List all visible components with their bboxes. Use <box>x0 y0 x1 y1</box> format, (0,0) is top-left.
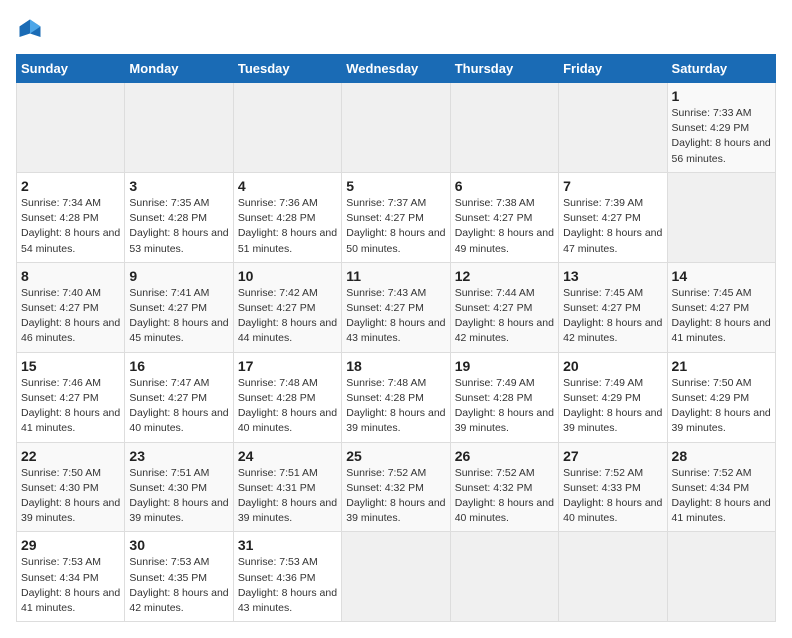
day-cell: 23Sunrise: 7:51 AMSunset: 4:30 PMDayligh… <box>125 442 233 532</box>
header-cell-sunday: Sunday <box>17 55 125 83</box>
empty-cell <box>559 83 667 173</box>
day-cell: 10Sunrise: 7:42 AMSunset: 4:27 PMDayligh… <box>233 262 341 352</box>
day-cell: 4Sunrise: 7:36 AMSunset: 4:28 PMDaylight… <box>233 172 341 262</box>
day-cell: 13Sunrise: 7:45 AMSunset: 4:27 PMDayligh… <box>559 262 667 352</box>
empty-cell <box>17 83 125 173</box>
header-cell-tuesday: Tuesday <box>233 55 341 83</box>
day-cell: 16Sunrise: 7:47 AMSunset: 4:27 PMDayligh… <box>125 352 233 442</box>
day-cell: 3Sunrise: 7:35 AMSunset: 4:28 PMDaylight… <box>125 172 233 262</box>
logo <box>16 16 48 44</box>
header-cell-saturday: Saturday <box>667 55 775 83</box>
day-cell <box>450 532 558 622</box>
day-cell <box>667 532 775 622</box>
day-cell: 30Sunrise: 7:53 AMSunset: 4:35 PMDayligh… <box>125 532 233 622</box>
empty-cell <box>342 83 450 173</box>
day-cell: 7Sunrise: 7:39 AMSunset: 4:27 PMDaylight… <box>559 172 667 262</box>
week-row: 1Sunrise: 7:33 AMSunset: 4:29 PMDaylight… <box>17 83 776 173</box>
day-cell: 22Sunrise: 7:50 AMSunset: 4:30 PMDayligh… <box>17 442 125 532</box>
day-cell <box>559 532 667 622</box>
empty-cell <box>450 83 558 173</box>
day-cell <box>342 532 450 622</box>
page-header <box>16 16 776 44</box>
empty-cell <box>233 83 341 173</box>
day-cell: 21Sunrise: 7:50 AMSunset: 4:29 PMDayligh… <box>667 352 775 442</box>
header-cell-wednesday: Wednesday <box>342 55 450 83</box>
day-cell: 6Sunrise: 7:38 AMSunset: 4:27 PMDaylight… <box>450 172 558 262</box>
week-row: 8Sunrise: 7:40 AMSunset: 4:27 PMDaylight… <box>17 262 776 352</box>
header-row: SundayMondayTuesdayWednesdayThursdayFrid… <box>17 55 776 83</box>
day-cell: 24Sunrise: 7:51 AMSunset: 4:31 PMDayligh… <box>233 442 341 532</box>
day-cell: 5Sunrise: 7:37 AMSunset: 4:27 PMDaylight… <box>342 172 450 262</box>
day-cell: 29Sunrise: 7:53 AMSunset: 4:34 PMDayligh… <box>17 532 125 622</box>
week-row: 2Sunrise: 7:34 AMSunset: 4:28 PMDaylight… <box>17 172 776 262</box>
day-cell: 1Sunrise: 7:33 AMSunset: 4:29 PMDaylight… <box>667 83 775 173</box>
day-cell: 2Sunrise: 7:34 AMSunset: 4:28 PMDaylight… <box>17 172 125 262</box>
day-cell: 27Sunrise: 7:52 AMSunset: 4:33 PMDayligh… <box>559 442 667 532</box>
day-cell: 26Sunrise: 7:52 AMSunset: 4:32 PMDayligh… <box>450 442 558 532</box>
week-row: 29Sunrise: 7:53 AMSunset: 4:34 PMDayligh… <box>17 532 776 622</box>
header-cell-thursday: Thursday <box>450 55 558 83</box>
calendar-table: SundayMondayTuesdayWednesdayThursdayFrid… <box>16 54 776 622</box>
week-row: 22Sunrise: 7:50 AMSunset: 4:30 PMDayligh… <box>17 442 776 532</box>
day-cell: 20Sunrise: 7:49 AMSunset: 4:29 PMDayligh… <box>559 352 667 442</box>
day-cell: 25Sunrise: 7:52 AMSunset: 4:32 PMDayligh… <box>342 442 450 532</box>
header-cell-monday: Monday <box>125 55 233 83</box>
day-cell: 28Sunrise: 7:52 AMSunset: 4:34 PMDayligh… <box>667 442 775 532</box>
logo-icon <box>16 16 44 44</box>
week-row: 15Sunrise: 7:46 AMSunset: 4:27 PMDayligh… <box>17 352 776 442</box>
day-cell: 31Sunrise: 7:53 AMSunset: 4:36 PMDayligh… <box>233 532 341 622</box>
day-cell: 14Sunrise: 7:45 AMSunset: 4:27 PMDayligh… <box>667 262 775 352</box>
day-cell: 12Sunrise: 7:44 AMSunset: 4:27 PMDayligh… <box>450 262 558 352</box>
day-cell: 11Sunrise: 7:43 AMSunset: 4:27 PMDayligh… <box>342 262 450 352</box>
day-cell: 15Sunrise: 7:46 AMSunset: 4:27 PMDayligh… <box>17 352 125 442</box>
empty-cell <box>125 83 233 173</box>
day-cell: 19Sunrise: 7:49 AMSunset: 4:28 PMDayligh… <box>450 352 558 442</box>
day-cell: 8Sunrise: 7:40 AMSunset: 4:27 PMDaylight… <box>17 262 125 352</box>
day-cell: 9Sunrise: 7:41 AMSunset: 4:27 PMDaylight… <box>125 262 233 352</box>
day-cell: 17Sunrise: 7:48 AMSunset: 4:28 PMDayligh… <box>233 352 341 442</box>
day-cell: 18Sunrise: 7:48 AMSunset: 4:28 PMDayligh… <box>342 352 450 442</box>
day-cell <box>667 172 775 262</box>
header-cell-friday: Friday <box>559 55 667 83</box>
